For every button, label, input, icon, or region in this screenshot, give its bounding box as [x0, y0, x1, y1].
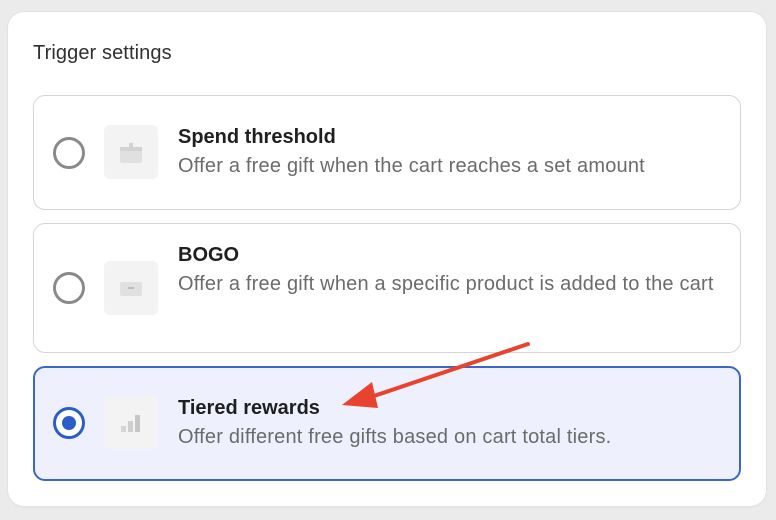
product-tag-icon	[104, 261, 158, 315]
radio-tiered-rewards[interactable]	[53, 407, 85, 439]
option-description: Offer a free gift when a specific produc…	[178, 273, 714, 295]
section-title: Trigger settings	[33, 42, 172, 64]
option-title: Tiered rewards	[178, 397, 320, 419]
option-title: BOGO	[178, 244, 240, 266]
option-tiered-rewards[interactable]: Tiered rewards Offer different free gift…	[33, 366, 741, 481]
gift-box-icon	[104, 125, 158, 179]
radio-bogo[interactable]	[53, 272, 85, 304]
bar-chart-icon	[104, 395, 158, 449]
radio-checked-dot	[62, 416, 76, 430]
option-description: Offer different free gifts based on cart…	[178, 426, 612, 448]
option-title: Spend threshold	[178, 126, 336, 148]
trigger-settings-card: Trigger settings Spend threshold Offer a…	[8, 12, 766, 506]
radio-spend-threshold[interactable]	[53, 137, 85, 169]
option-description: Offer a free gift when the cart reaches …	[178, 155, 645, 177]
option-spend-threshold[interactable]: Spend threshold Offer a free gift when t…	[33, 95, 741, 210]
option-bogo[interactable]: BOGO Offer a free gift when a specific p…	[33, 223, 741, 353]
